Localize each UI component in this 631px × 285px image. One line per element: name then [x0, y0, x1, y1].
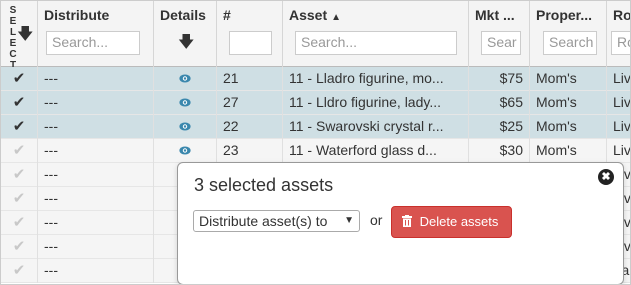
distribute-select-value: Distribute asset(s) to — [199, 213, 328, 229]
assets-grid: S E L E C T 🡇 Distribute Search... Detai… — [0, 0, 631, 285]
property-cell: Mom's — [530, 67, 607, 91]
check-icon[interactable]: ✔ — [1, 163, 38, 187]
asset-cell: 11 - Lldro figurine, lady... — [283, 91, 469, 115]
details-cell[interactable] — [154, 91, 217, 115]
distribute-cell: --- — [38, 211, 154, 235]
column-market-value[interactable]: Mkt ... Sear — [469, 1, 530, 67]
or-label: or — [370, 212, 383, 228]
distribute-cell: --- — [38, 115, 154, 139]
room-search-input[interactable]: Ro — [611, 31, 630, 55]
check-icon[interactable]: ✔ — [1, 115, 38, 139]
check-icon[interactable]: ✔ — [1, 211, 38, 235]
table-row[interactable]: ✔ --- 22 11 - Swarovski crystal r... $25 Mom'… — [1, 115, 630, 139]
column-label: Asset ▲ — [289, 7, 342, 23]
eye-icon[interactable] — [179, 118, 191, 134]
table-row[interactable]: ✔ --- 21 11 - Lladro figurine, mo... $75 Mom'… — [1, 67, 630, 91]
number-search-input[interactable] — [229, 31, 272, 55]
trash-icon — [402, 207, 412, 237]
distribute-cell: --- — [38, 259, 154, 283]
column-label: Details — [160, 7, 206, 23]
number-cell: 21 — [217, 67, 283, 91]
selection-action-popup: 3 selected assets ✖ Distribute asset(s) … — [177, 162, 624, 284]
distribute-cell: --- — [38, 163, 154, 187]
property-cell: Mom's — [530, 91, 607, 115]
column-label: # — [223, 7, 231, 23]
details-down-arrow-icon: 🡇 — [178, 34, 195, 51]
number-cell: 22 — [217, 115, 283, 139]
check-icon[interactable]: ✔ — [1, 139, 38, 163]
number-cell: 27 — [217, 91, 283, 115]
check-icon[interactable]: ✔ — [1, 67, 38, 91]
distribute-cell: --- — [38, 91, 154, 115]
eye-icon[interactable] — [179, 94, 191, 110]
table-row[interactable]: ✔ --- 27 11 - Lldro figurine, lady... $65 Mom… — [1, 91, 630, 115]
eye-icon[interactable] — [179, 70, 191, 86]
market-value-search-input[interactable]: Sear — [481, 31, 521, 55]
column-label: Distribute — [44, 7, 110, 23]
column-distribute[interactable]: Distribute Search... — [38, 1, 154, 67]
room-cell: Liv — [607, 139, 630, 163]
column-label: Ro — [613, 7, 631, 23]
popup-title: 3 selected assets — [194, 175, 334, 195]
column-asset[interactable]: Asset ▲ Search... — [283, 1, 469, 67]
column-room[interactable]: Ro Ro — [607, 1, 631, 67]
market-value-cell: $65 — [469, 91, 530, 115]
property-cell: Mom's — [530, 139, 607, 163]
sort-ascending-icon: ▲ — [331, 12, 342, 23]
distribute-cell: --- — [38, 67, 154, 91]
distribute-cell: --- — [38, 235, 154, 259]
column-number[interactable]: # — [217, 1, 283, 67]
check-icon[interactable]: ✔ — [1, 91, 38, 115]
market-value-cell: $30 — [469, 139, 530, 163]
distribute-assets-select[interactable]: Distribute asset(s) to ▼ — [193, 210, 360, 232]
distribute-search-input[interactable]: Search... — [46, 31, 140, 55]
details-cell[interactable] — [154, 67, 217, 91]
room-cell: Liv — [607, 115, 630, 139]
table-row[interactable]: ✔ --- 23 11 - Waterford glass d... $30 Mom's L… — [1, 139, 630, 163]
market-value-cell: $75 — [469, 67, 530, 91]
column-details[interactable]: Details 🡇 — [154, 1, 217, 67]
grid-header: S E L E C T 🡇 Distribute Search... Detai… — [1, 1, 631, 71]
details-cell[interactable] — [154, 115, 217, 139]
distribute-cell: --- — [38, 187, 154, 211]
asset-search-input[interactable]: Search... — [295, 31, 457, 55]
property-search-input[interactable]: Search — [543, 31, 597, 55]
asset-cell: 11 - Lladro figurine, mo... — [283, 67, 469, 91]
asset-cell: 11 - Waterford glass d... — [283, 139, 469, 163]
details-cell[interactable] — [154, 139, 217, 163]
delete-assets-button[interactable]: Delete assets — [391, 206, 512, 238]
column-property[interactable]: Proper... Search — [530, 1, 607, 67]
select-header-label: S E L E C T — [9, 5, 17, 71]
check-icon[interactable]: ✔ — [1, 235, 38, 259]
number-cell: 23 — [217, 139, 283, 163]
market-value-cell: $25 — [469, 115, 530, 139]
caret-down-icon: ▼ — [344, 215, 354, 226]
check-icon[interactable]: ✔ — [1, 259, 38, 283]
column-label: Mkt ... — [475, 7, 515, 23]
asset-cell: 11 - Swarovski crystal r... — [283, 115, 469, 139]
close-circle-icon[interactable]: ✖ — [598, 169, 614, 185]
column-label: Proper... — [536, 7, 593, 23]
eye-icon[interactable] — [179, 142, 191, 158]
check-icon[interactable]: ✔ — [1, 187, 38, 211]
distribute-cell: --- — [38, 139, 154, 163]
property-cell: Mom's — [530, 115, 607, 139]
select-column-header[interactable]: S E L E C T 🡇 — [1, 1, 38, 71]
room-cell: Liv — [607, 91, 630, 115]
delete-assets-label: Delete assets — [419, 214, 499, 229]
room-cell: Liv — [607, 67, 630, 91]
select-all-arrow-icon[interactable]: 🡇 — [17, 23, 33, 50]
